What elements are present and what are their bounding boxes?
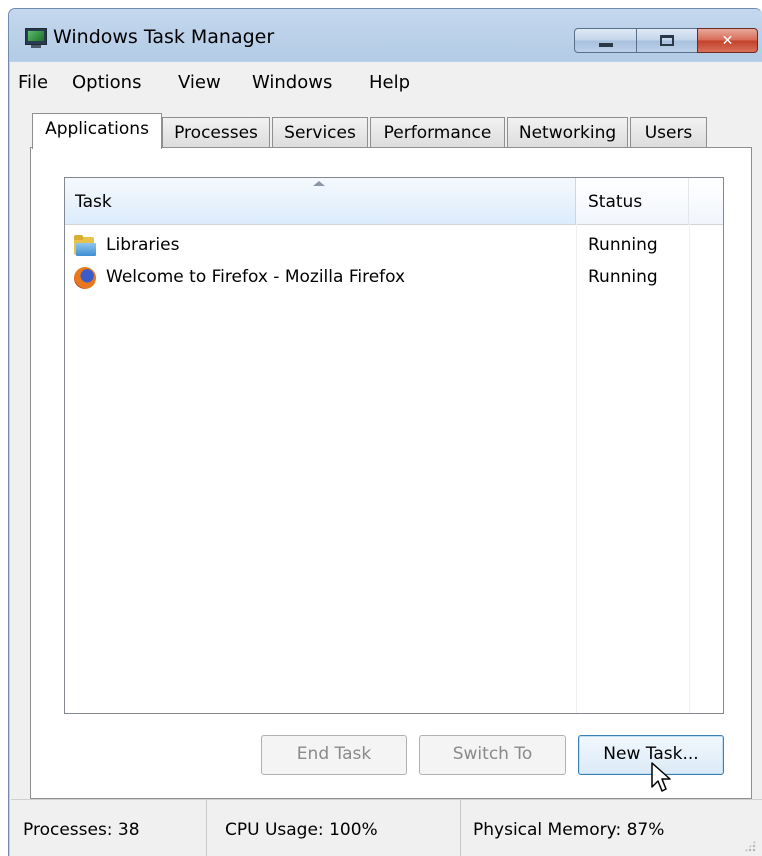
- column-label-task: Task: [75, 192, 112, 212]
- list-item[interactable]: Welcome to Firefox - Mozilla Firefox Run…: [65, 262, 723, 294]
- window-title: Windows Task Manager: [53, 26, 275, 48]
- title-bar[interactable]: Windows Task Manager ✕: [9, 9, 762, 61]
- status-bar: Processes: 38 CPU Usage: 100% Physical M…: [11, 799, 762, 856]
- client-area: Applications Processes Services Performa…: [10, 100, 762, 856]
- tab-performance[interactable]: Performance: [370, 117, 505, 148]
- column-divider: [689, 224, 690, 713]
- list-item[interactable]: Libraries Running: [65, 230, 723, 262]
- task-list[interactable]: Task Status Libraries Running Welcome to…: [64, 177, 724, 714]
- column-label-status: Status: [588, 192, 643, 212]
- menu-bar: File Options View Windows Help: [10, 62, 762, 101]
- status-processes: Processes: 38: [11, 800, 207, 856]
- mouse-cursor-icon: [651, 762, 671, 792]
- folder-libraries-icon: [74, 235, 98, 257]
- task-name: Welcome to Firefox - Mozilla Firefox: [106, 267, 406, 287]
- processes-count: Processes: 38: [23, 820, 140, 840]
- menu-options[interactable]: Options: [72, 72, 141, 93]
- tab-users[interactable]: Users: [630, 117, 707, 148]
- task-name: Libraries: [106, 235, 180, 255]
- task-manager-monitor-icon[interactable]: [25, 28, 47, 48]
- menu-help[interactable]: Help: [369, 72, 410, 93]
- firefox-icon: [74, 267, 98, 289]
- sort-ascending-icon: [313, 181, 325, 186]
- switch-to-button[interactable]: Switch To: [419, 735, 566, 775]
- tab-services[interactable]: Services: [272, 117, 368, 148]
- column-divider: [576, 224, 577, 713]
- task-status: Running: [588, 267, 658, 287]
- cpu-usage: CPU Usage: 100%: [225, 820, 378, 840]
- maximize-icon: [660, 35, 674, 46]
- column-header-task[interactable]: Task: [65, 178, 576, 224]
- tab-networking[interactable]: Networking: [507, 117, 628, 148]
- list-header: Task Status: [65, 178, 723, 225]
- menu-file[interactable]: File: [18, 72, 48, 93]
- close-button[interactable]: ✕: [697, 28, 758, 53]
- menu-windows[interactable]: Windows: [252, 72, 332, 93]
- end-task-button[interactable]: End Task: [261, 735, 407, 775]
- minimize-button[interactable]: [574, 28, 637, 53]
- applications-panel: Task Status Libraries Running Welcome to…: [30, 147, 752, 799]
- task-manager-window: Windows Task Manager ✕ File Options View…: [8, 8, 762, 856]
- status-cpu: CPU Usage: 100%: [207, 800, 461, 856]
- status-memory: Physical Memory: 87%: [461, 800, 762, 856]
- tab-applications[interactable]: Applications: [32, 113, 162, 149]
- physical-memory: Physical Memory: 87%: [473, 820, 665, 840]
- close-icon: ✕: [721, 32, 734, 49]
- tab-processes[interactable]: Processes: [162, 117, 270, 148]
- task-status: Running: [588, 235, 658, 255]
- column-header-filler: [689, 178, 724, 224]
- maximize-button[interactable]: [636, 28, 698, 53]
- column-header-status[interactable]: Status: [576, 178, 689, 224]
- menu-view[interactable]: View: [178, 72, 221, 93]
- minimize-icon: [598, 42, 613, 47]
